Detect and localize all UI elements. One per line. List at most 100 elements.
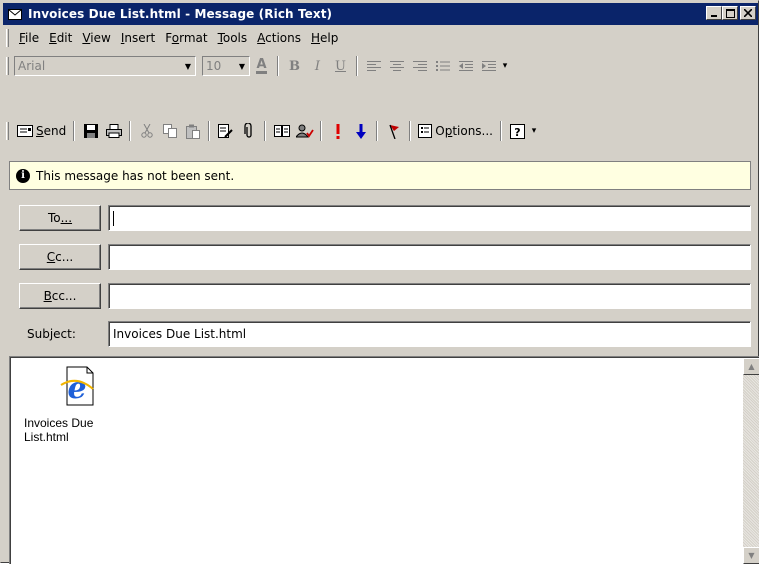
bold-button[interactable]: B	[283, 55, 306, 77]
toolbar-options-chevron-icon[interactable]: ▾	[529, 120, 539, 142]
importance-high-button[interactable]	[326, 120, 349, 142]
menu-view[interactable]: View	[77, 31, 115, 45]
increase-indent-button[interactable]	[477, 55, 500, 77]
separator	[73, 121, 76, 141]
cut-button[interactable]	[135, 120, 158, 142]
floppy-disk-icon	[83, 124, 98, 138]
svg-text:e: e	[67, 371, 86, 406]
address-book-button[interactable]	[270, 120, 293, 142]
decrease-indent-button[interactable]	[454, 55, 477, 77]
save-button[interactable]	[79, 120, 102, 142]
message-window: Invoices Due List.html - Message (Rich T…	[0, 0, 759, 564]
send-icon	[17, 125, 33, 137]
align-center-button[interactable]	[385, 55, 408, 77]
options-icon	[418, 124, 433, 138]
address-book-icon	[273, 125, 290, 137]
print-button[interactable]	[102, 120, 125, 142]
formatting-toolbar: Arial ▼ 10 ▼ A B I U ▾	[3, 51, 758, 81]
scroll-down-button[interactable]: ▼	[743, 547, 759, 564]
scissors-icon	[141, 124, 153, 138]
flag-icon	[389, 124, 399, 139]
font-color-icon: A	[256, 56, 267, 74]
menubar-grip[interactable]	[6, 29, 9, 47]
envelope-icon	[7, 7, 23, 21]
text-caret	[113, 210, 114, 226]
chevron-down-icon[interactable]: ▼	[181, 58, 195, 74]
cc-field[interactable]	[108, 244, 751, 270]
check-names-button[interactable]	[293, 120, 316, 142]
toolbar-options-chevron-icon[interactable]: ▾	[500, 55, 510, 77]
check-names-icon	[295, 124, 314, 138]
font-name-value: Arial	[18, 59, 46, 73]
standard-toolbar-grip[interactable]	[6, 122, 9, 140]
menu-edit[interactable]: Edit	[44, 31, 77, 45]
font-name-combo[interactable]: Arial ▼	[14, 56, 196, 76]
font-size-combo[interactable]: 10 ▼	[202, 56, 250, 76]
clipboard-paste-icon	[185, 124, 200, 139]
copy-icon	[162, 124, 177, 138]
attachment-name: Invoices Due List.html	[24, 416, 94, 444]
paste-button[interactable]	[181, 120, 204, 142]
maximize-button[interactable]	[722, 6, 738, 20]
increase-indent-icon	[481, 61, 496, 71]
font-color-button[interactable]: A	[250, 55, 273, 77]
copy-button[interactable]	[158, 120, 181, 142]
menu-bar: File Edit View Insert Format Tools Actio…	[3, 27, 758, 49]
bullets-button[interactable]	[431, 55, 454, 77]
options-button[interactable]: Op tions...	[415, 120, 496, 142]
message-body[interactable]: e Invoices Due List.html ▲ ▼	[9, 356, 759, 564]
separator	[500, 121, 502, 141]
menu-help[interactable]: Help	[306, 31, 343, 45]
minimize-button[interactable]	[706, 6, 722, 20]
italic-button[interactable]: I	[306, 55, 329, 77]
paperclip-icon	[244, 123, 252, 138]
svg-text:?: ?	[514, 126, 520, 139]
importance-low-button[interactable]	[349, 120, 372, 142]
menu-insert[interactable]: Insert	[116, 31, 160, 45]
window-title: Invoices Due List.html - Message (Rich T…	[28, 7, 333, 21]
attachment-item[interactable]: e Invoices Due List.html	[20, 365, 130, 444]
separator	[356, 56, 358, 76]
to-field[interactable]	[108, 205, 751, 231]
printer-icon	[105, 124, 122, 138]
bcc-field[interactable]	[108, 283, 751, 309]
to-button[interactable]: To...	[19, 205, 101, 231]
standard-toolbar: Send O p tions... ? ▾	[3, 116, 758, 146]
scroll-up-button[interactable]: ▲	[743, 358, 759, 375]
exclamation-icon	[336, 123, 340, 139]
subject-value: Invoices Due List.html	[113, 327, 247, 341]
insert-file-button[interactable]	[214, 120, 237, 142]
font-size-value: 10	[206, 59, 222, 73]
title-bar[interactable]: Invoices Due List.html - Message (Rich T…	[3, 3, 758, 25]
separator	[320, 121, 323, 141]
format-toolbar-grip[interactable]	[6, 57, 9, 75]
menu-tools[interactable]: Tools	[213, 31, 253, 45]
underline-button[interactable]: U	[329, 55, 352, 77]
menu-format[interactable]: Format	[160, 31, 212, 45]
down-arrow-icon	[355, 123, 366, 139]
close-button[interactable]	[740, 6, 756, 20]
menu-file[interactable]: File	[14, 31, 44, 45]
align-left-button[interactable]	[362, 55, 385, 77]
chevron-down-icon[interactable]: ▼	[235, 58, 249, 74]
info-icon: i	[16, 168, 30, 183]
flag-button[interactable]	[382, 120, 405, 142]
internet-explorer-document-icon: e	[55, 365, 95, 407]
separator	[208, 121, 211, 141]
info-bar: i This message has not been sent.	[9, 161, 751, 190]
align-right-icon	[412, 61, 427, 71]
separator	[129, 121, 132, 141]
subject-field[interactable]: Invoices Due List.html	[108, 321, 751, 347]
separator	[376, 121, 379, 141]
align-left-icon	[366, 61, 381, 71]
vertical-scrollbar[interactable]: ▲ ▼	[743, 358, 759, 564]
send-button[interactable]: Send	[14, 120, 69, 142]
help-button[interactable]: ?	[506, 120, 529, 142]
cc-button[interactable]: Cc...	[19, 244, 101, 270]
attach-button[interactable]	[237, 120, 260, 142]
align-right-button[interactable]	[408, 55, 431, 77]
menu-actions[interactable]: Actions	[252, 31, 306, 45]
bcc-button[interactable]: Bcc...	[19, 283, 101, 309]
subject-label: Subject:	[27, 327, 76, 341]
info-bar-text: This message has not been sent.	[36, 168, 235, 183]
